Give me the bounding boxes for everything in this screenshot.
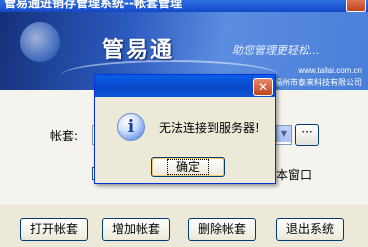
main-title-bar: 管易通进销存管理系统--帐套管理 <box>0 0 368 12</box>
main-close-button[interactable] <box>346 0 366 12</box>
account-label: 帐套: <box>50 129 79 143</box>
dropdown-arrow-icon[interactable]: ▼ <box>276 126 291 142</box>
company-url: www.tailai.com.cn <box>298 66 362 75</box>
error-dialog: ✕ i 无法连接到服务器! 确定 <box>94 74 276 184</box>
open-account-button[interactable]: 打开帐套 <box>20 218 88 241</box>
ok-button[interactable]: 确定 <box>151 157 225 177</box>
browse-button[interactable]: ··· <box>295 124 319 146</box>
company-name: 福州市泰来科技有限公司 <box>274 78 362 87</box>
delete-account-button[interactable]: 删除帐套 <box>188 218 256 241</box>
dialog-message: 无法连接到服务器! <box>159 121 260 135</box>
checkbox-label: 本窗口 <box>276 168 313 182</box>
main-window-title: 管易通进销存管理系统--帐套管理 <box>4 0 182 10</box>
globe-logo-icon <box>20 22 60 62</box>
dialog-title-bar: ✕ <box>95 75 275 97</box>
ok-button-label: 确定 <box>166 159 209 175</box>
add-account-button[interactable]: 增加帐套 <box>102 218 170 241</box>
dialog-close-button[interactable]: ✕ <box>253 78 273 96</box>
exit-system-button[interactable]: 退出系统 <box>276 218 344 241</box>
info-icon: i <box>117 113 145 141</box>
banner-slogan: 助您管理更轻松... <box>232 44 320 57</box>
product-name: 管易通 <box>102 37 175 63</box>
